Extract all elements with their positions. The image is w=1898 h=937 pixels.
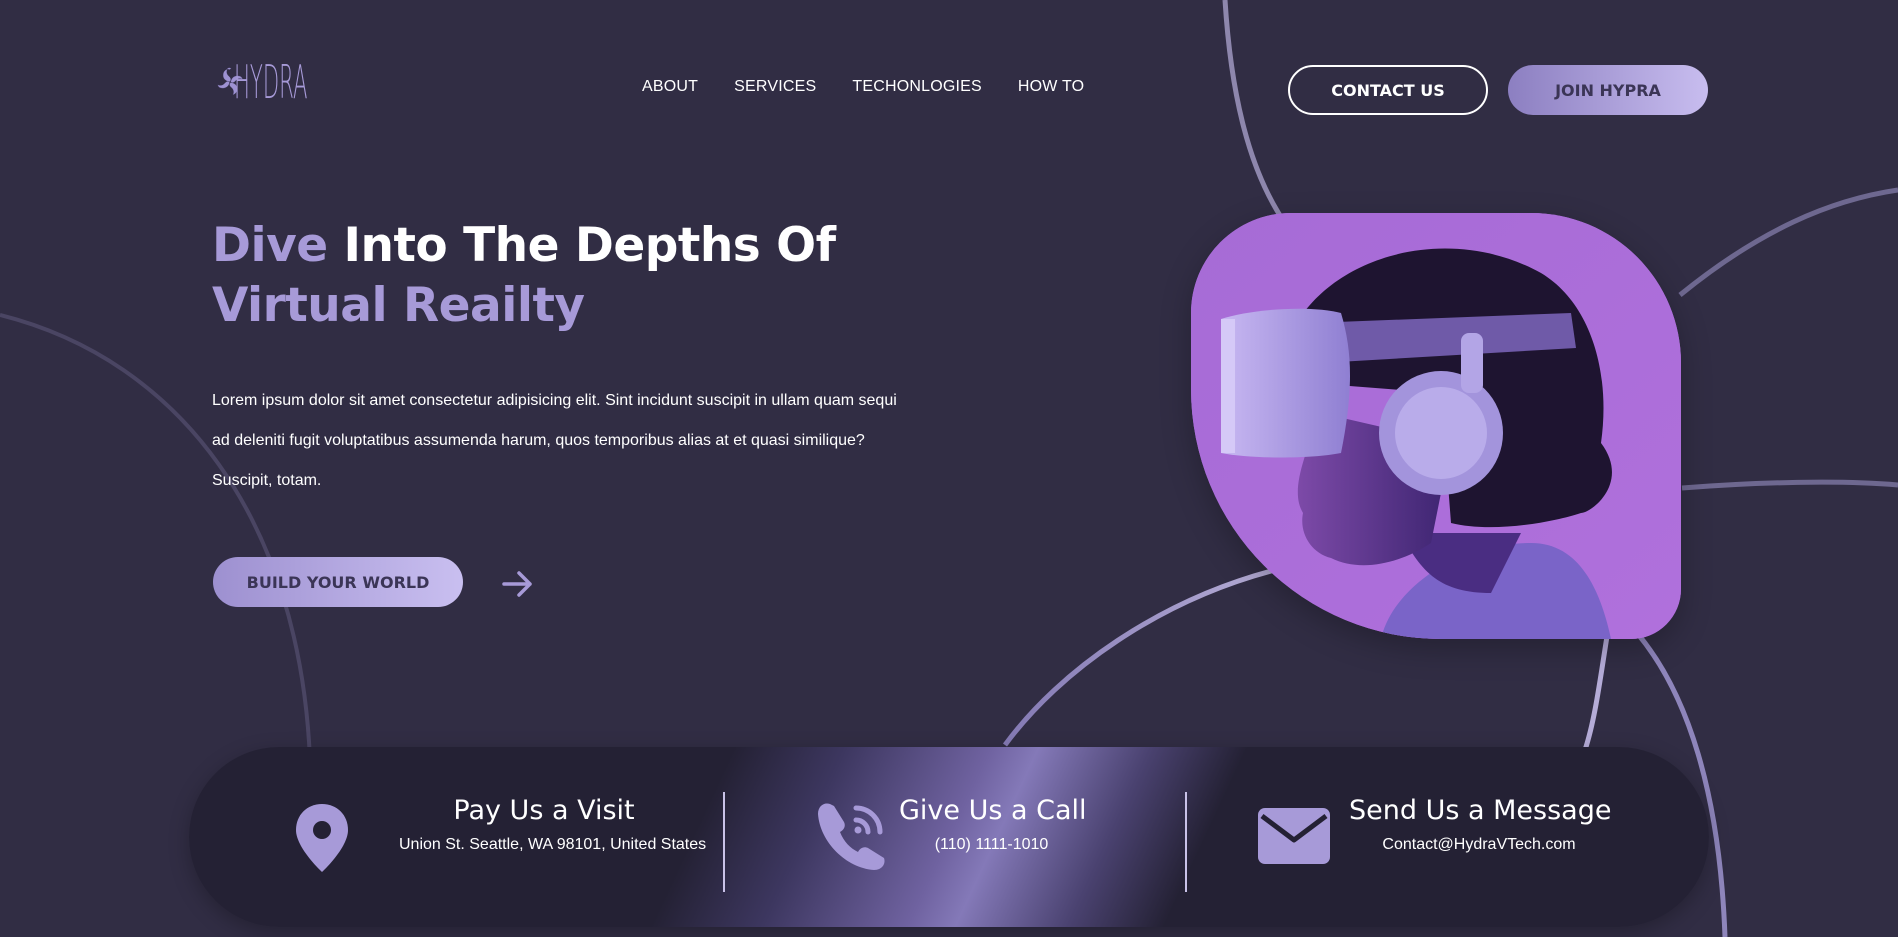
contact-divider: [723, 792, 725, 892]
main-nav: ABOUT SERVICES TECHONLOGIES HOW TO: [642, 78, 1084, 96]
contact-visit: Pay Us a Visit Union St. Seattle, WA 981…: [399, 795, 707, 875]
nav-item-about[interactable]: ABOUT: [642, 78, 698, 96]
nav-item-how-to[interactable]: HOW TO: [1018, 78, 1084, 96]
join-button[interactable]: JOIN HYPRA: [1508, 65, 1708, 115]
hero-title-accent-vr: Virtual Reailty: [212, 278, 585, 333]
contact-us-button[interactable]: CONTACT US: [1288, 65, 1488, 115]
build-your-world-button[interactable]: BUILD YOUR WORLD: [213, 557, 463, 607]
hero-title-main: Into The Depths Of: [327, 218, 837, 273]
vr-person-illustration: [1191, 213, 1681, 639]
visit-title: Pay Us a Visit: [453, 795, 635, 826]
contact-message: Send Us a Message Contact@HydraVTech.com: [1349, 795, 1612, 875]
contact-call: Give Us a Call (110) 1111-1010: [899, 795, 1087, 875]
hero-title: Dive Into The Depths Of Virtual Reailty: [212, 216, 836, 336]
hero-title-accent-dive: Dive: [212, 218, 328, 273]
landing-page: HYDRA ABOUT SERVICES TECHONLOGIES HOW TO…: [0, 0, 1898, 937]
arrow-right-icon[interactable]: [500, 566, 536, 602]
call-title: Give Us a Call: [899, 795, 1087, 826]
message-title: Send Us a Message: [1349, 795, 1612, 826]
logo-wordmark: HYDRA: [234, 55, 308, 109]
nav-item-services[interactable]: SERVICES: [734, 78, 816, 96]
envelope-icon: [1258, 808, 1330, 864]
phone-icon: [818, 803, 885, 870]
message-email[interactable]: Contact@HydraVTech.com: [1349, 836, 1609, 854]
map-pin-icon: [296, 804, 348, 872]
hero-vr-image: [1191, 213, 1681, 639]
contact-divider: [1185, 792, 1187, 892]
hero-description: Lorem ipsum dolor sit amet consectetur a…: [212, 392, 897, 489]
nav-item-technologies[interactable]: TECHONLOGIES: [852, 78, 982, 96]
visit-address: Union St. Seattle, WA 98101, United Stat…: [399, 836, 707, 853]
call-phone[interactable]: (110) 1111-1010: [899, 836, 1084, 854]
contact-bar: Pay Us a Visit Union St. Seattle, WA 981…: [189, 747, 1709, 927]
brand-logo[interactable]: HYDRA: [214, 26, 394, 138]
